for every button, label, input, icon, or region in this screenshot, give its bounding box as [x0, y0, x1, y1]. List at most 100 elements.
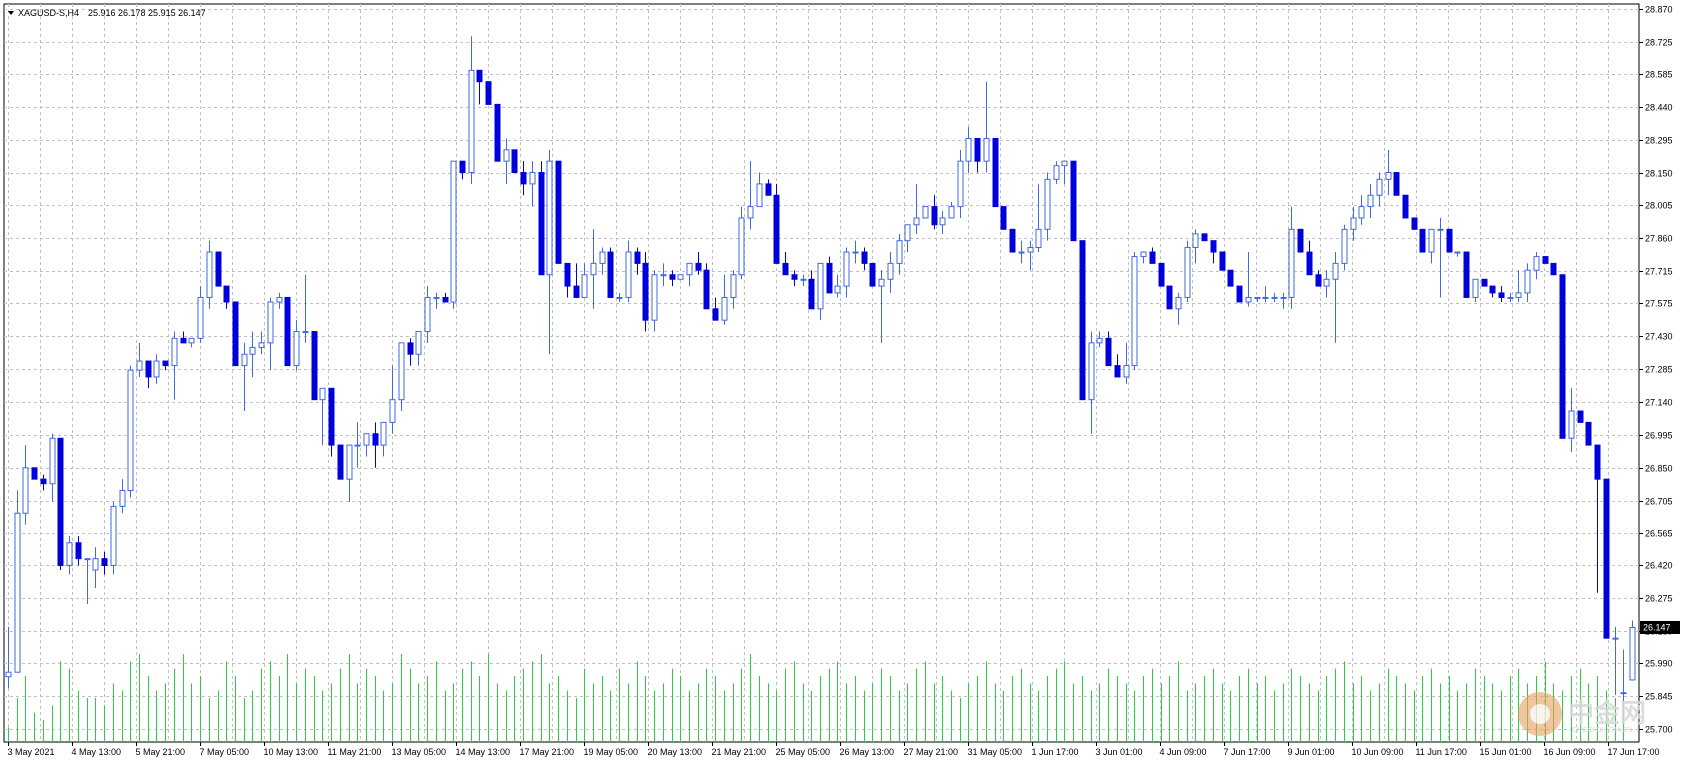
- candle: [738, 206, 745, 280]
- candle-body: [1192, 233, 1199, 248]
- candle-body: [241, 353, 248, 367]
- candle: [31, 467, 38, 480]
- candle-body: [1550, 262, 1557, 276]
- x-tick-label: 7 Jun 17:00: [1224, 747, 1271, 757]
- candle-body: [92, 558, 99, 571]
- y-tick-label: 28.150: [1645, 169, 1673, 179]
- candle-body: [904, 224, 911, 242]
- candle-body: [57, 437, 64, 566]
- candle: [1184, 240, 1191, 302]
- candle: [1577, 410, 1584, 423]
- candle-body: [861, 251, 868, 264]
- candle-body: [1027, 246, 1034, 253]
- candle-body: [992, 137, 999, 208]
- candle-body: [1411, 217, 1418, 230]
- candle-body: [1140, 251, 1147, 258]
- candle: [311, 331, 318, 401]
- candle-body: [607, 251, 614, 298]
- candle-body: [1018, 251, 1025, 254]
- y-tick-label: 27.860: [1645, 234, 1673, 244]
- candle: [1079, 240, 1086, 401]
- y-tick-label: 26.275: [1645, 594, 1673, 604]
- y-tick-label: 25.845: [1645, 692, 1673, 702]
- candle-body: [162, 360, 169, 367]
- candle: [485, 81, 492, 105]
- candle-body: [1306, 251, 1313, 276]
- candle-body: [1254, 296, 1261, 299]
- candle: [110, 501, 117, 575]
- candle-body: [599, 251, 606, 264]
- candle: [1446, 228, 1453, 253]
- candle-body: [738, 217, 745, 276]
- candle-body: [485, 81, 492, 105]
- candle-body: [1629, 626, 1636, 681]
- watermark-en: CNGOLD.COM.CN: [1572, 727, 1632, 734]
- candle: [703, 263, 710, 310]
- candle: [538, 161, 545, 276]
- candle-body: [1166, 285, 1173, 310]
- candle-body: [1515, 292, 1522, 298]
- y-tick-label: 28.295: [1645, 136, 1673, 146]
- candle-body: [415, 331, 422, 355]
- candle-body: [258, 342, 265, 348]
- x-tick-label: 17 May 21:00: [520, 747, 575, 757]
- candle-body: [5, 671, 12, 678]
- candle-body: [1620, 692, 1627, 695]
- candle-body: [223, 285, 230, 303]
- candle-body: [800, 278, 807, 281]
- candle-body: [1315, 274, 1322, 287]
- candle-body: [1577, 410, 1584, 423]
- candle-body: [546, 160, 553, 276]
- candle-body: [677, 274, 684, 280]
- candle-body: [1437, 228, 1444, 231]
- current-price-label: 26.147: [1643, 622, 1671, 632]
- candle-body: [1341, 228, 1348, 264]
- x-tick-label: 21 May 21:00: [712, 747, 767, 757]
- candle-body: [433, 296, 440, 299]
- candle-body: [616, 296, 623, 299]
- candle-body: [1035, 228, 1042, 248]
- candle: [511, 149, 518, 174]
- watermark-cn: 中金网: [1568, 698, 1646, 729]
- candle-body: [1280, 296, 1287, 299]
- candle-body: [573, 285, 580, 298]
- candle-body: [380, 421, 387, 446]
- candle-body: [66, 542, 73, 566]
- candle-body: [284, 296, 291, 367]
- x-tick-label: 11 May 21:00: [328, 747, 382, 757]
- y-tick-label: 28.440: [1645, 103, 1673, 113]
- candle: [1000, 206, 1007, 230]
- candle: [922, 206, 929, 219]
- candle-body: [931, 206, 938, 226]
- candle-body: [346, 444, 353, 480]
- candle-body: [1472, 278, 1479, 298]
- candle-body: [442, 296, 449, 303]
- candle-body: [852, 251, 859, 254]
- candle: [1009, 228, 1016, 253]
- candle-body: [49, 437, 56, 485]
- candle: [215, 251, 222, 287]
- y-tick-label: 25.700: [1645, 725, 1673, 735]
- candle-body: [145, 360, 152, 378]
- candle-body: [590, 262, 597, 276]
- candle-body: [843, 251, 850, 287]
- candle-body: [581, 274, 588, 298]
- candle-body: [1428, 228, 1435, 253]
- candle-body: [721, 296, 728, 321]
- x-tick-label: 3 Jun 01:00: [1096, 747, 1143, 757]
- candle-body: [14, 512, 21, 673]
- candle-body: [1446, 228, 1453, 253]
- logo-inner-icon: [1530, 704, 1550, 724]
- candle-body: [1210, 240, 1217, 253]
- x-tick-label: 26 May 13:00: [840, 747, 895, 757]
- y-tick-label: 28.870: [1645, 5, 1673, 15]
- price-chart[interactable]: 28.870 28.725 28.585 28.440 28.295 28.150 28.0…: [0, 0, 1683, 765]
- candle-body: [319, 387, 326, 401]
- candle-body: [311, 331, 318, 401]
- candle-body: [75, 542, 82, 560]
- candle: [1219, 251, 1226, 271]
- candle-body: [1219, 251, 1226, 271]
- candle-body: [1507, 296, 1514, 299]
- candle-body: [808, 278, 815, 310]
- chart-header: XAGUSD-S,H4 25.916 26.178 25.915 26.147: [8, 8, 206, 18]
